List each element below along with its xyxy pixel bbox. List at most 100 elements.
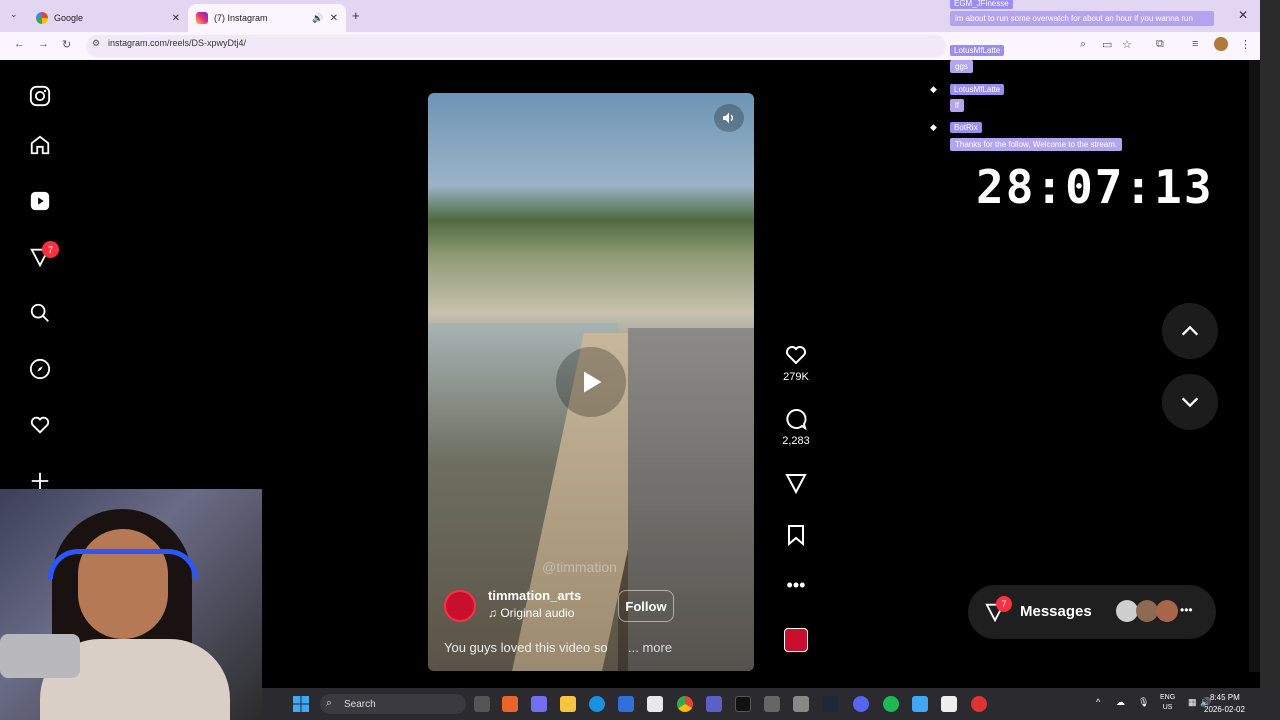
new-tab-button[interactable]: + xyxy=(352,8,360,23)
app-icon[interactable] xyxy=(502,696,518,712)
discord-icon[interactable] xyxy=(853,696,869,712)
zoom-icon[interactable]: ⌕ xyxy=(1080,38,1086,51)
instagram-logo-icon[interactable] xyxy=(28,84,52,108)
wifi-icon[interactable]: ▦ xyxy=(1188,697,1197,708)
extensions-icon[interactable]: ⧉ xyxy=(1156,38,1164,51)
comment-icon xyxy=(786,409,807,431)
speaker-icon[interactable]: 🔊 xyxy=(312,13,323,24)
spotify-icon[interactable] xyxy=(883,696,899,712)
tray-app-icon[interactable]: ☁ xyxy=(1116,697,1125,708)
home-icon[interactable] xyxy=(28,133,52,157)
steam-icon[interactable] xyxy=(822,696,838,712)
app-icon[interactable] xyxy=(941,696,957,712)
start-windows-icon[interactable] xyxy=(293,696,309,712)
language-indicator[interactable]: ENG US xyxy=(1160,693,1175,713)
chat-message: Thanks for the follow, Welcome to the st… xyxy=(950,138,1123,151)
search-icon: ⌕ xyxy=(326,697,333,709)
chrome-icon[interactable] xyxy=(677,696,693,712)
forward-icon[interactable]: → xyxy=(38,38,49,50)
tab-google[interactable]: Google ✕ xyxy=(28,4,188,32)
chat-diamond-icon: ◆ xyxy=(930,84,937,94)
explore-icon[interactable] xyxy=(28,357,52,381)
chat-message: ggs xyxy=(950,60,973,73)
app-icon[interactable] xyxy=(971,696,987,712)
reels-icon[interactable] xyxy=(28,189,52,213)
like-action[interactable]: 279K xyxy=(782,343,810,383)
search-icon[interactable] xyxy=(28,301,52,325)
headphones xyxy=(48,549,198,579)
previous-reel-button[interactable] xyxy=(1162,303,1218,359)
author-avatar[interactable] xyxy=(444,590,476,622)
app-icon[interactable] xyxy=(647,696,663,712)
play-icon xyxy=(584,371,602,393)
share-icon xyxy=(785,474,807,495)
menu-icon[interactable]: ⋮ xyxy=(1240,38,1251,51)
chat-diamond-icon: ◆ xyxy=(930,122,937,132)
chat-username: BotRix xyxy=(950,122,982,133)
bookmark-star-icon[interactable]: ☆ xyxy=(1122,38,1132,51)
comment-count: 2,283 xyxy=(782,435,810,447)
music-note-icon: ♫ xyxy=(488,606,501,620)
tray-chevron-up-icon[interactable]: ^ xyxy=(1096,697,1100,707)
share-action[interactable] xyxy=(782,471,810,495)
app-icon[interactable] xyxy=(764,696,780,712)
app-icon[interactable] xyxy=(531,696,547,712)
more-options-action[interactable]: ••• xyxy=(782,576,810,594)
cast-icon[interactable]: ▭ xyxy=(1102,38,1112,51)
back-icon[interactable]: ← xyxy=(14,38,25,50)
media-icon[interactable]: ≡ xyxy=(1192,38,1198,50)
play-button[interactable] xyxy=(556,347,626,417)
chevron-up-icon xyxy=(1181,325,1199,336)
chat-username: LotusMfLatte xyxy=(950,84,1005,95)
tab-label: (7) Instagram xyxy=(214,13,268,23)
taskbar-search[interactable]: ⌕ Search xyxy=(320,694,466,714)
site-info-icon[interactable]: ⚙ xyxy=(92,38,100,49)
tiktok-icon[interactable] xyxy=(735,696,751,712)
ellipsis-icon: ••• xyxy=(786,575,806,595)
audio-thumbnail[interactable] xyxy=(784,628,808,652)
audio-text: Original audio xyxy=(500,606,575,620)
app-icon[interactable] xyxy=(912,696,928,712)
webcam-person-face xyxy=(78,529,168,639)
notifications-heart-icon[interactable] xyxy=(28,413,52,437)
url-text[interactable]: instagram.com/reels/DS-xpwyDtj4/ xyxy=(108,38,246,48)
tab-instagram[interactable]: (7) Instagram 🔊 ✕ xyxy=(188,4,346,32)
chevron-down-icon xyxy=(1181,397,1199,408)
follow-button[interactable]: Follow xyxy=(618,590,674,622)
profile-avatar[interactable] xyxy=(1214,37,1228,51)
app-icon[interactable] xyxy=(618,696,634,712)
mute-toggle-button[interactable] xyxy=(714,104,744,132)
chat-message: im about to run some overwatch for about… xyxy=(950,11,1214,26)
clock-date[interactable]: 2026-02-02 xyxy=(1204,705,1245,714)
chat-username: LotusMfLatte xyxy=(950,45,1005,56)
instagram-favicon-icon xyxy=(196,12,208,24)
clock-time[interactable]: 8:45 PM xyxy=(1210,693,1240,702)
author-name[interactable]: timmation_arts xyxy=(488,588,581,603)
webcam-overlay xyxy=(0,489,262,720)
notification-badge: 7 xyxy=(42,241,59,258)
google-favicon-icon xyxy=(36,12,48,24)
audio-label[interactable]: ♫ Original audio xyxy=(488,606,574,620)
messages-button[interactable]: 7 Messages ••• xyxy=(968,585,1216,639)
comment-action[interactable]: 2,283 xyxy=(782,407,810,447)
save-action[interactable] xyxy=(782,523,810,547)
file-explorer-icon[interactable] xyxy=(560,696,576,712)
next-reel-button[interactable] xyxy=(1162,374,1218,430)
lang-top: ENG xyxy=(1160,694,1176,701)
window-close-icon[interactable]: ✕ xyxy=(1238,8,1248,22)
more-link[interactable]: ... more xyxy=(628,640,672,655)
app-icon[interactable] xyxy=(793,696,809,712)
tab-list-dropdown-icon[interactable]: ⌄ xyxy=(10,9,18,20)
page-scrollbar[interactable] xyxy=(1249,60,1260,672)
edge-icon[interactable] xyxy=(589,696,605,712)
messages-label: Messages xyxy=(1020,603,1092,620)
teams-icon[interactable] xyxy=(706,696,722,712)
task-view-icon[interactable] xyxy=(474,696,490,712)
avatar xyxy=(1136,600,1158,622)
close-tab-icon[interactable]: ✕ xyxy=(330,13,338,24)
ellipsis-icon: ••• xyxy=(1180,603,1193,617)
close-tab-icon[interactable]: ✕ xyxy=(172,13,180,24)
microphone xyxy=(0,634,80,678)
reload-icon[interactable]: ↻ xyxy=(62,38,71,51)
microphone-icon[interactable]: 🎙 xyxy=(1138,697,1149,708)
